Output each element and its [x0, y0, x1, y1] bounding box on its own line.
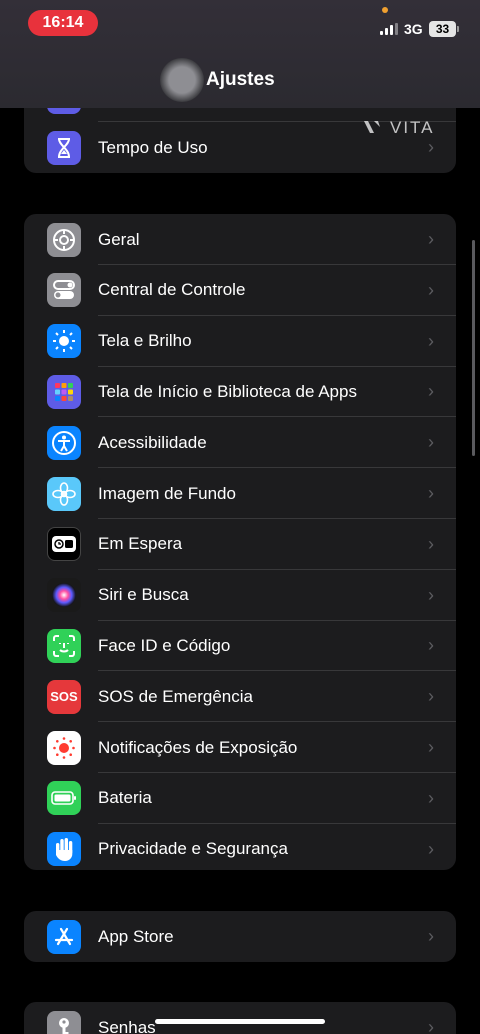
- chevron-right-icon: ›: [428, 279, 434, 300]
- chevron-right-icon: ›: [428, 330, 434, 351]
- row-label: Tempo de Uso: [98, 137, 208, 157]
- sos-icon: SOS: [47, 679, 81, 714]
- status-time[interactable]: 16:14: [28, 10, 98, 36]
- chevron-right-icon: ›: [428, 838, 434, 859]
- chevron-right-icon: ›: [428, 737, 434, 758]
- mic-indicator-dot: [382, 7, 388, 13]
- row-label: Tela e Brilho: [98, 331, 192, 351]
- row-label: SOS de Emergência: [98, 686, 253, 706]
- row-label: Bateria: [98, 788, 152, 808]
- app-grid-icon: [47, 374, 81, 409]
- row-bateria[interactable]: Bateria ›: [24, 773, 456, 824]
- battery-tip: [457, 26, 459, 32]
- row-label: Siri e Busca: [98, 585, 189, 605]
- row-privacidade[interactable]: Privacidade e Segurança ›: [24, 824, 456, 870]
- row-label: Senhas: [98, 1017, 156, 1034]
- row-label: Imagem de Fundo: [98, 483, 236, 503]
- sun-icon: [47, 324, 81, 359]
- exposure-icon: [47, 730, 81, 765]
- row-senhas[interactable]: Senhas ›: [24, 1002, 456, 1034]
- row-label: Notificações de Exposição: [98, 737, 298, 757]
- watermark-text: VITA: [390, 118, 435, 137]
- gear-icon: [47, 222, 81, 257]
- row-label: Privacidade e Segurança: [98, 839, 288, 859]
- network-type: 3G: [404, 21, 423, 37]
- row-notificacoes-exposicao[interactable]: Notificações de Exposição ›: [24, 722, 456, 773]
- row-app-store[interactable]: App Store ›: [24, 911, 456, 962]
- siri-icon: [47, 578, 81, 613]
- row-tela-e-brilho[interactable]: Tela e Brilho ›: [24, 316, 456, 367]
- battery-level: 33: [429, 21, 456, 37]
- chevron-right-icon: ›: [428, 635, 434, 656]
- chevron-right-icon: ›: [428, 1017, 434, 1034]
- row-label: Tela de Início e Biblioteca de Apps: [98, 381, 357, 401]
- settings-group-main: Geral › Central de Controle › Tela e Bri…: [24, 214, 456, 870]
- row-label: Central de Controle: [98, 280, 246, 300]
- row-face-id[interactable]: Face ID e Código ›: [24, 621, 456, 672]
- toggles-icon: [47, 273, 81, 308]
- row-label: App Store: [98, 926, 174, 946]
- row-em-espera[interactable]: Em Espera ›: [24, 519, 456, 570]
- row-acessibilidade[interactable]: Acessibilidade ›: [24, 417, 456, 469]
- standby-icon: [47, 527, 81, 562]
- chevron-right-icon: ›: [428, 229, 434, 249]
- vita-logo-icon: [364, 121, 380, 133]
- watermark: VITA: [362, 118, 435, 138]
- row-central-de-controle[interactable]: Central de Controle ›: [24, 265, 456, 316]
- flower-icon: [47, 476, 81, 511]
- siri-orb-icon: [160, 58, 204, 102]
- row-label: Geral: [98, 229, 140, 249]
- scrollbar[interactable]: [472, 240, 475, 456]
- row-siri-e-busca[interactable]: Siri e Busca ›: [24, 570, 456, 621]
- chevron-right-icon: ›: [428, 381, 434, 402]
- face-id-icon: [47, 628, 81, 663]
- chevron-right-icon: ›: [428, 787, 434, 808]
- app-store-icon: [47, 919, 81, 954]
- settings-group-bottom: Senhas ›: [24, 1002, 456, 1034]
- chevron-right-icon: ›: [428, 432, 434, 453]
- chevron-right-icon: ›: [428, 483, 434, 504]
- chevron-right-icon: ›: [428, 533, 434, 554]
- signal-icon: [380, 23, 400, 35]
- settings-group-store: App Store ›: [24, 911, 456, 962]
- row-label: Acessibilidade: [98, 432, 207, 452]
- chevron-right-icon: ›: [428, 686, 434, 707]
- row-label: Em Espera: [98, 534, 183, 554]
- hourglass-icon: [47, 130, 81, 165]
- hand-icon: [47, 832, 81, 867]
- page-title: Ajustes: [206, 69, 275, 90]
- row-label: Face ID e Código: [98, 635, 231, 655]
- row-tela-de-inicio[interactable]: Tela de Início e Biblioteca de Apps ›: [24, 367, 456, 418]
- chevron-right-icon: ›: [428, 137, 434, 157]
- accessibility-icon: [47, 425, 81, 460]
- key-icon: [47, 1010, 81, 1034]
- row-geral[interactable]: Geral ›: [24, 214, 456, 265]
- chevron-right-icon: ›: [428, 584, 434, 605]
- home-indicator[interactable]: [155, 1019, 325, 1024]
- battery-icon: [47, 781, 81, 816]
- row-imagem-de-fundo[interactable]: Imagem de Fundo ›: [24, 468, 456, 519]
- chevron-right-icon: ›: [428, 926, 434, 946]
- status-bar: 16:14 3G 33: [0, 0, 480, 48]
- row-sos[interactable]: SOS SOS de Emergência ›: [24, 671, 456, 723]
